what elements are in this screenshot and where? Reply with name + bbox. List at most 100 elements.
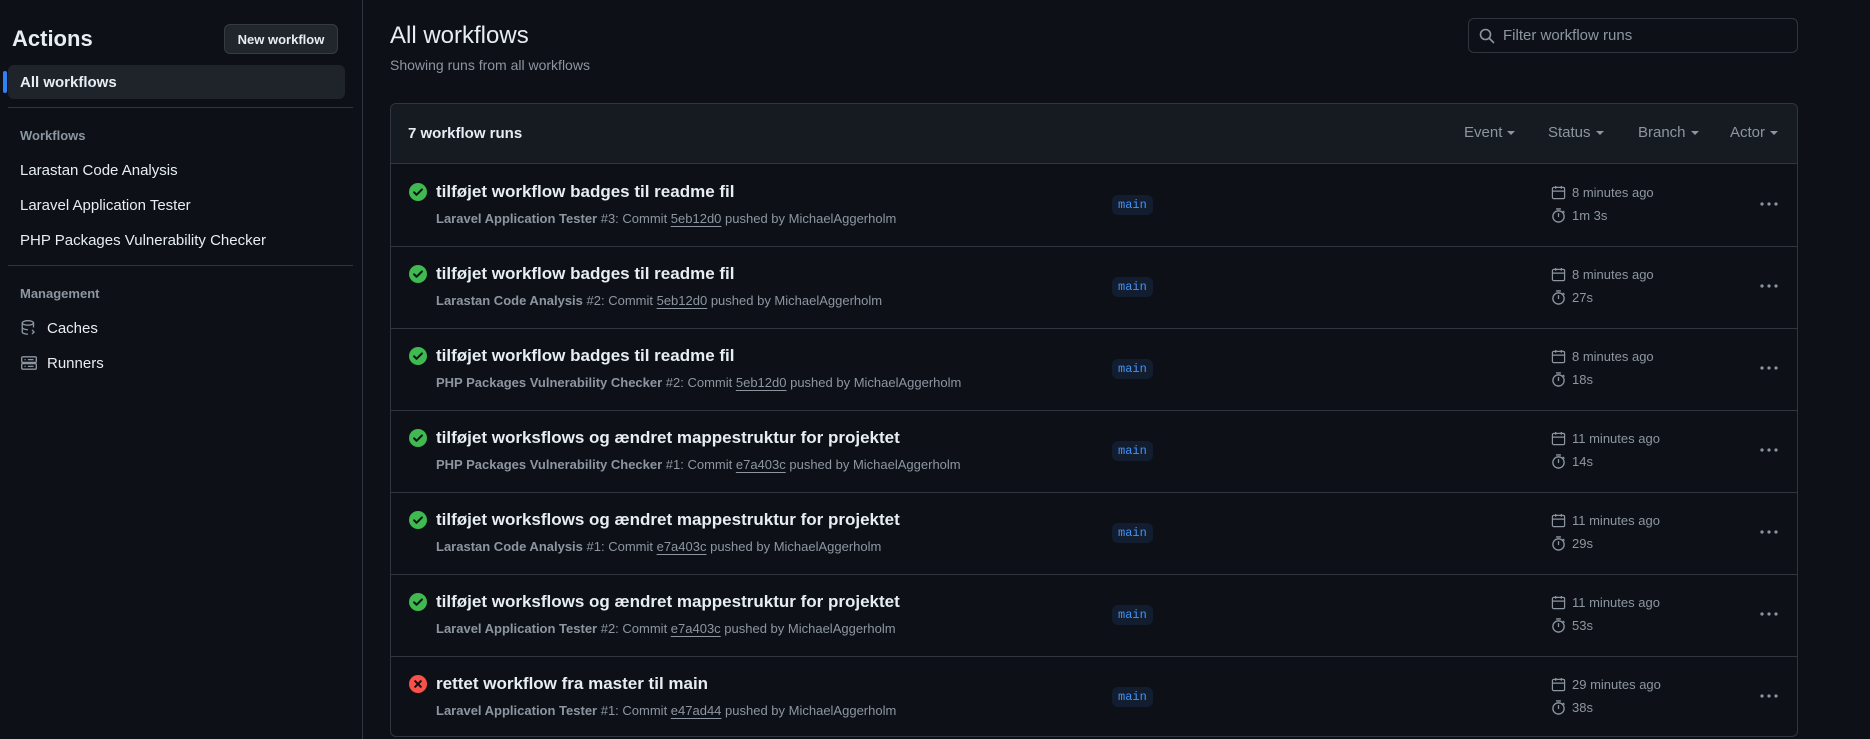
kebab-horizontal-icon (1760, 202, 1778, 206)
check-circle-icon (409, 183, 427, 201)
run-title-link[interactable]: tilføjet worksflows og ændret mappestruk… (436, 592, 900, 612)
sidebar-item-laravel-application-tester[interactable]: Laravel Application Tester (8, 188, 345, 222)
branch-label[interactable]: main (1112, 687, 1153, 707)
sidebar-item-runners[interactable]: Runners (8, 346, 345, 380)
run-meta: Larastan Code Analysis #1: Commit e7a403… (436, 539, 881, 554)
commit-sha-link[interactable]: e7a403c (736, 457, 786, 472)
run-options-button[interactable] (1754, 191, 1784, 217)
run-workflow-name: Laravel Application Tester (436, 621, 598, 636)
run-options-button[interactable] (1754, 273, 1784, 299)
status-filter-dropdown[interactable]: Status (1548, 124, 1604, 141)
run-options-button[interactable] (1754, 683, 1784, 709)
run-number: #2: Commit (662, 375, 736, 390)
run-title-link[interactable]: rettet workflow fra master til main (436, 674, 708, 694)
new-workflow-button[interactable]: New workflow (224, 24, 338, 54)
run-time-label: 11 minutes ago (1572, 595, 1660, 610)
run-workflow-name: Larastan Code Analysis (436, 293, 583, 308)
run-duration-label: 1m 3s (1572, 208, 1608, 223)
workflow-run-row: rettet workflow fra master til main Lara… (391, 657, 1797, 736)
sidebar-item-label: All workflows (20, 73, 117, 91)
run-number: #2: Commit (597, 621, 671, 636)
run-time-label: 8 minutes ago (1572, 267, 1654, 282)
calendar-icon (1551, 595, 1572, 610)
stopwatch-icon (1551, 290, 1572, 305)
branch-filter-dropdown[interactable]: Branch (1638, 124, 1699, 141)
check-circle-icon (409, 429, 427, 447)
run-options-button[interactable] (1754, 437, 1784, 463)
run-title-link[interactable]: tilføjet workflow badges til readme fil (436, 182, 735, 202)
search-icon (1479, 28, 1495, 44)
commit-sha-link[interactable]: e7a403c (657, 539, 707, 554)
caret-down-icon (1507, 130, 1516, 135)
workflow-run-row: tilføjet worksflows og ændret mappestruk… (391, 411, 1797, 493)
commit-sha-link[interactable]: 5eb12d0 (736, 375, 787, 390)
run-time: 11 minutes ago (1551, 595, 1660, 610)
commit-sha-link[interactable]: 5eb12d0 (657, 293, 708, 308)
branch-label[interactable]: main (1112, 359, 1153, 379)
run-pushed-by: pushed by MichaelAggerholm (706, 539, 882, 554)
sidebar-item-label: Runners (47, 354, 104, 372)
run-options-button[interactable] (1754, 355, 1784, 381)
run-number: #1: Commit (582, 539, 657, 554)
run-duration: 27s (1551, 290, 1593, 305)
run-duration: 18s (1551, 372, 1593, 387)
workflow-run-row: tilføjet workflow badges til readme fil … (391, 329, 1797, 411)
run-title-link[interactable]: tilføjet worksflows og ændret mappestruk… (436, 428, 900, 448)
run-workflow-name: Larastan Code Analysis (436, 539, 583, 554)
sidebar-item-caches[interactable]: Caches (8, 311, 345, 345)
run-time-label: 11 minutes ago (1572, 513, 1660, 528)
branch-label[interactable]: main (1112, 277, 1153, 297)
commit-sha-link[interactable]: e7a403c (671, 621, 721, 636)
run-title-link[interactable]: tilføjet worksflows og ændret mappestruk… (436, 510, 900, 530)
filter-label: Status (1548, 124, 1591, 141)
commit-sha-link[interactable]: e47ad44 (671, 703, 722, 718)
run-duration: 29s (1551, 536, 1593, 551)
branch-label[interactable]: main (1112, 605, 1153, 625)
filter-runs-field[interactable] (1468, 18, 1798, 53)
branch-label[interactable]: main (1112, 195, 1153, 215)
filter-label: Branch (1638, 124, 1686, 141)
run-pushed-by: pushed by MichaelAggerholm (786, 375, 962, 390)
branch-label[interactable]: main (1112, 523, 1153, 543)
sidebar-item-all-workflows[interactable]: All workflows (3, 65, 345, 99)
run-pushed-by: pushed by MichaelAggerholm (721, 703, 897, 718)
page-title: All workflows (390, 22, 529, 49)
filter-runs-input[interactable] (1503, 27, 1793, 44)
stopwatch-icon (1551, 208, 1572, 223)
commit-sha-link[interactable]: 5eb12d0 (671, 211, 722, 226)
sidebar-title: Actions (12, 26, 93, 51)
page-subtitle: Showing runs from all workflows (390, 57, 590, 73)
run-duration-label: 29s (1572, 536, 1593, 551)
calendar-icon (1551, 185, 1572, 200)
sidebar-item-larastan-code-analysis[interactable]: Larastan Code Analysis (8, 153, 345, 187)
workflow-run-row: tilføjet worksflows og ændret mappestruk… (391, 493, 1797, 575)
actor-filter-dropdown[interactable]: Actor (1730, 124, 1779, 141)
run-pushed-by: pushed by MichaelAggerholm (720, 621, 896, 636)
run-title-link[interactable]: tilføjet workflow badges til readme fil (436, 346, 735, 366)
run-duration: 53s (1551, 618, 1593, 633)
stopwatch-icon (1551, 372, 1572, 387)
event-filter-dropdown[interactable]: Event (1464, 124, 1516, 141)
run-workflow-name: Laravel Application Tester (436, 703, 598, 718)
run-workflow-name: PHP Packages Vulnerability Checker (436, 375, 663, 390)
runs-list-header: 7 workflow runs Event Status Branch Acto… (391, 104, 1797, 164)
check-circle-icon (409, 265, 427, 283)
sidebar-item-php-packages-vulnerability-checker[interactable]: PHP Packages Vulnerability Checker (8, 223, 345, 257)
calendar-icon (1551, 349, 1572, 364)
sidebar-item-label: PHP Packages Vulnerability Checker (20, 231, 266, 249)
run-duration: 38s (1551, 700, 1593, 715)
run-time: 8 minutes ago (1551, 349, 1654, 364)
run-options-button[interactable] (1754, 519, 1784, 545)
stopwatch-icon (1551, 700, 1572, 715)
run-meta: PHP Packages Vulnerability Checker #1: C… (436, 457, 961, 472)
run-duration-label: 18s (1572, 372, 1593, 387)
run-options-button[interactable] (1754, 601, 1784, 627)
management-section-heading: Management (20, 286, 100, 301)
branch-label[interactable]: main (1112, 441, 1153, 461)
run-title-link[interactable]: tilføjet workflow badges til readme fil (436, 264, 735, 284)
run-number: #2: Commit (582, 293, 657, 308)
check-circle-icon (409, 347, 427, 365)
run-pushed-by: pushed by MichaelAggerholm (785, 457, 961, 472)
run-meta: Laravel Application Tester #3: Commit 5e… (436, 211, 896, 226)
sidebar-item-label: Caches (47, 319, 98, 337)
